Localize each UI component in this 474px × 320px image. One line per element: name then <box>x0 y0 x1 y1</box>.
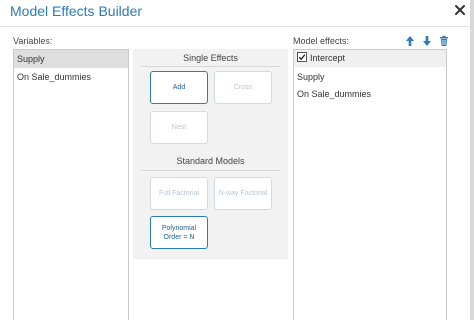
nway-factorial-button[interactable]: N-way Factorial <box>214 177 272 210</box>
title-divider <box>0 26 474 27</box>
effects-button-panel: Single Effects Add Cross Nest Standard M… <box>133 49 288 259</box>
intercept-checkbox[interactable] <box>297 52 307 62</box>
intercept-row[interactable]: Intercept <box>294 50 446 67</box>
close-icon[interactable] <box>453 3 467 17</box>
cross-button[interactable]: Cross <box>214 71 272 104</box>
polynomial-order-button[interactable]: Polynomial Order = N <box>150 216 208 249</box>
arrow-down-icon[interactable] <box>421 35 433 47</box>
model-effects-list[interactable]: Intercept Supply On Sale_dummies <box>293 49 447 320</box>
arrow-up-icon[interactable] <box>404 35 416 47</box>
intercept-label: Intercept <box>310 53 346 63</box>
add-button[interactable]: Add <box>150 71 208 104</box>
standard-models-divider <box>141 170 280 171</box>
effect-item-supply[interactable]: Supply <box>294 69 446 86</box>
model-effects-label: Model effects: <box>293 36 349 46</box>
effect-item-on-sale-dummies[interactable]: On Sale_dummies <box>294 86 446 103</box>
variable-item-supply[interactable]: Supply <box>14 50 128 68</box>
single-effects-divider <box>141 66 280 67</box>
single-effects-heading: Single Effects <box>183 53 238 63</box>
variables-label: Variables: <box>13 36 53 46</box>
nest-button[interactable]: Nest <box>150 111 208 144</box>
standard-models-heading: Standard Models <box>176 156 245 166</box>
trash-icon[interactable] <box>438 35 450 47</box>
variable-item-on-sale-dummies[interactable]: On Sale_dummies <box>14 68 128 86</box>
full-factorial-button[interactable]: Full Factorial <box>150 177 208 210</box>
window-scrollbar[interactable] <box>470 0 474 320</box>
variables-list[interactable]: Supply On Sale_dummies <box>13 49 129 320</box>
dialog-title: Model Effects Builder <box>10 3 143 19</box>
